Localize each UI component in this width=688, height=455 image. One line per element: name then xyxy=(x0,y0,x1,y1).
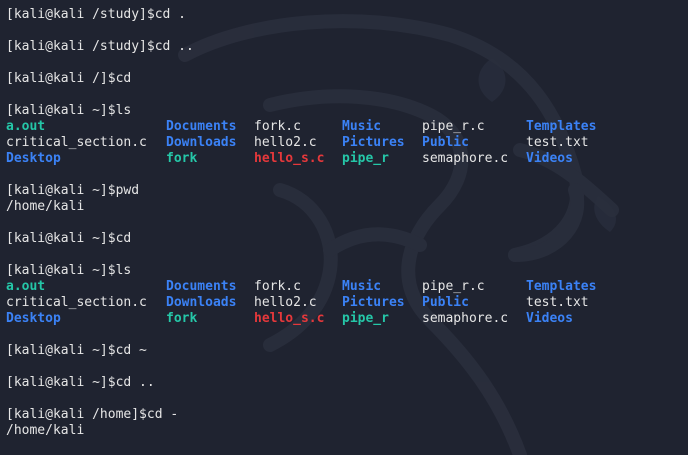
directory-entry: Documents xyxy=(166,119,237,134)
file-entry: hello2.c xyxy=(254,135,317,150)
command-line: [kali@kali ~]$cd xyxy=(6,231,132,246)
file-entry: critical_section.c xyxy=(6,295,147,310)
command-line: [kali@kali ~]$ls xyxy=(6,263,132,278)
file-entry: pipe_r.c xyxy=(422,119,485,134)
directory-entry: Videos xyxy=(526,311,573,326)
ls-output-row: a.out Documents fork.c Music pipe_r.c Te… xyxy=(6,279,682,295)
file-entry: fork xyxy=(166,311,198,326)
file-entry: test.txt xyxy=(526,295,589,310)
file-entry: semaphore.c xyxy=(422,311,509,326)
file-entry: semaphore.c xyxy=(422,151,509,166)
command-line: [kali@kali ~]$pwd xyxy=(6,183,140,198)
directory-entry: Videos xyxy=(526,151,573,166)
directory-entry: Documents xyxy=(166,279,237,294)
command-line: [kali@kali ~]$ls xyxy=(6,103,132,118)
file-entry: fork xyxy=(166,151,198,166)
directory-entry: Public xyxy=(422,295,469,310)
ls-output-row: Desktop fork hello_s.c pipe_r semaphore.… xyxy=(6,311,682,327)
file-entry: critical_section.c xyxy=(6,135,147,150)
ls-output-row: a.out Documents fork.c Music pipe_r.c Te… xyxy=(6,119,682,135)
file-entry: pipe_r xyxy=(342,151,389,166)
directory-entry: Music xyxy=(342,279,382,294)
directory-entry: Templates xyxy=(526,279,597,294)
file-entry: test.txt xyxy=(526,135,589,150)
command-line: [kali@kali ~]$cd ~ xyxy=(6,343,147,358)
command-line: [kali@kali /study]$cd . xyxy=(6,7,187,22)
file-entry: hello_s.c xyxy=(254,311,325,326)
directory-entry: Music xyxy=(342,119,382,134)
file-entry: a.out xyxy=(6,279,46,294)
directory-entry: Desktop xyxy=(6,151,61,166)
ls-output-row: critical_section.c Downloads hello2.c Pi… xyxy=(6,135,682,151)
command-line: [kali@kali /study]$cd .. xyxy=(6,39,194,54)
directory-entry: Downloads xyxy=(166,135,237,150)
directory-entry: Pictures xyxy=(342,135,405,150)
directory-entry: Downloads xyxy=(166,295,237,310)
directory-entry: Pictures xyxy=(342,295,405,310)
file-entry: pipe_r xyxy=(342,311,389,326)
file-entry: pipe_r.c xyxy=(422,279,485,294)
file-entry: fork.c xyxy=(254,119,301,134)
command-line: [kali@kali /home]$cd - xyxy=(6,407,179,422)
command-output: /home/kali xyxy=(6,423,85,438)
command-output: /home/kali xyxy=(6,199,85,214)
directory-entry: Desktop xyxy=(6,311,61,326)
ls-output-row: critical_section.c Downloads hello2.c Pi… xyxy=(6,295,682,311)
file-entry: hello2.c xyxy=(254,295,317,310)
ls-output-row: Desktop fork hello_s.c pipe_r semaphore.… xyxy=(6,151,682,167)
directory-entry: Templates xyxy=(526,119,597,134)
command-line: [kali@kali /]$cd xyxy=(6,71,132,86)
directory-entry: Public xyxy=(422,135,469,150)
terminal-output[interactable]: [kali@kali /study]$cd . [kali@kali /stud… xyxy=(6,7,682,451)
file-entry: fork.c xyxy=(254,279,301,294)
file-entry: hello_s.c xyxy=(254,151,325,166)
command-line: [kali@kali ~]$cd .. xyxy=(6,375,155,390)
file-entry: a.out xyxy=(6,119,46,134)
